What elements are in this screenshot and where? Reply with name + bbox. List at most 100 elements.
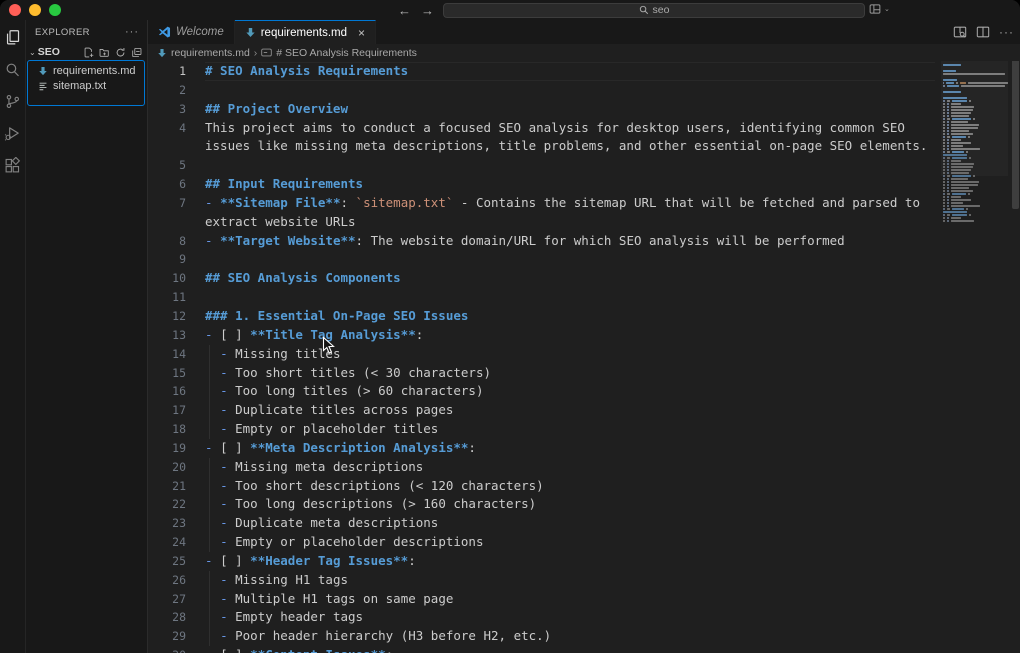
breadcrumb[interactable]: requirements.md › # SEO Analysis Require… <box>148 44 1020 61</box>
code-row[interactable]: 10 ## SEO Analysis Components <box>148 269 935 288</box>
file-sitemap-txt[interactable]: sitemap.txt <box>26 78 147 93</box>
minimize-window-button[interactable] <box>29 4 41 16</box>
code-line[interactable]: ## Input Requirements <box>205 175 935 194</box>
line-number[interactable]: 12 <box>148 307 186 326</box>
code-row[interactable]: 18 - Empty or placeholder titles <box>148 420 935 439</box>
code-row[interactable]: 19 - [ ] **Meta Description Analysis**: <box>148 439 935 458</box>
code-row[interactable]: 28 - Empty header tags <box>148 608 935 627</box>
code-row[interactable]: 27 - Multiple H1 tags on same page <box>148 590 935 609</box>
line-number[interactable]: 14 <box>148 345 186 364</box>
line-number[interactable]: 10 <box>148 269 186 288</box>
minimap[interactable] <box>941 61 1008 223</box>
code-row[interactable]: 29 - Poor header hierarchy (H3 before H2… <box>148 627 935 646</box>
line-number[interactable]: 2 <box>148 81 186 100</box>
line-number[interactable]: 3 <box>148 100 186 119</box>
code-row[interactable]: 14 - Missing titles <box>148 345 935 364</box>
more-actions-icon[interactable]: ··· <box>999 25 1014 39</box>
tab-requirements-md[interactable]: requirements.md × <box>235 20 376 44</box>
code-line[interactable]: - Too short titles (< 30 characters) <box>205 364 935 383</box>
code-row[interactable]: 21 - Too short descriptions (< 120 chara… <box>148 477 935 496</box>
source-control-icon[interactable] <box>4 93 21 110</box>
line-number[interactable]: 13 <box>148 326 186 345</box>
code-line[interactable]: - Poor header hierarchy (H3 before H2, e… <box>205 627 935 646</box>
code-line[interactable]: ## Project Overview <box>205 100 935 119</box>
refresh-icon[interactable] <box>115 47 126 58</box>
code-row[interactable]: 12 ### 1. Essential On-Page SEO Issues <box>148 307 935 326</box>
code-line[interactable]: - Duplicate titles across pages <box>205 401 935 420</box>
nav-forward-icon[interactable]: → <box>421 3 434 18</box>
line-number[interactable]: 28 <box>148 608 186 627</box>
breadcrumb-file[interactable]: requirements.md <box>171 47 250 59</box>
line-number[interactable]: 17 <box>148 401 186 420</box>
code-row[interactable]: 13 - [ ] **Title Tag Analysis**: <box>148 326 935 345</box>
code-line[interactable] <box>205 288 935 307</box>
code-row[interactable]: 20 - Missing meta descriptions <box>148 458 935 477</box>
code-row[interactable]: 7 - **Sitemap File**: `sitemap.txt` - Con… <box>148 194 935 232</box>
explorer-more-actions-button[interactable]: ··· <box>125 26 139 38</box>
line-number[interactable]: 21 <box>148 477 186 496</box>
code-row[interactable]: 25 - [ ] **Header Tag Issues**: <box>148 552 935 571</box>
close-window-button[interactable] <box>9 4 21 16</box>
line-number[interactable]: 25 <box>148 552 186 571</box>
code-row[interactable]: 9 <box>148 250 935 269</box>
line-number[interactable]: 6 <box>148 175 186 194</box>
code-line[interactable]: ## SEO Analysis Components <box>205 269 935 288</box>
nav-back-icon[interactable]: ← <box>398 3 411 18</box>
code-line[interactable]: - Empty or placeholder descriptions <box>205 533 935 552</box>
line-number[interactable]: 20 <box>148 458 186 477</box>
line-number[interactable]: 27 <box>148 590 186 609</box>
code-line[interactable]: - [ ] **Title Tag Analysis**: <box>205 326 935 345</box>
line-number[interactable]: 7 <box>148 194 186 232</box>
line-number[interactable]: 26 <box>148 571 186 590</box>
code-line[interactable]: This project aims to conduct a focused S… <box>205 119 935 157</box>
code-line[interactable]: - Too long descriptions (> 160 character… <box>205 495 935 514</box>
code-line[interactable]: - **Sitemap File**: `sitemap.txt` - Cont… <box>205 194 935 232</box>
collapse-all-icon[interactable] <box>131 47 142 58</box>
code-line[interactable] <box>205 156 935 175</box>
code-line[interactable]: - [ ] **Content Issues**: <box>205 646 935 653</box>
line-number[interactable]: 23 <box>148 514 186 533</box>
code-line[interactable]: - [ ] **Header Tag Issues**: <box>205 552 935 571</box>
code-line[interactable] <box>205 81 935 100</box>
code-row[interactable]: 4This project aims to conduct a focused … <box>148 119 935 157</box>
folder-section-header[interactable]: ⌄ SEO <box>26 44 147 60</box>
line-number[interactable]: 9 <box>148 250 186 269</box>
line-number[interactable]: 1 <box>148 62 186 81</box>
code-row[interactable]: 6 ## Input Requirements <box>148 175 935 194</box>
code-line[interactable]: - Missing titles <box>205 345 935 364</box>
line-number[interactable]: 24 <box>148 533 186 552</box>
breadcrumb-symbol[interactable]: # SEO Analysis Requirements <box>276 47 417 59</box>
code-line[interactable] <box>205 250 935 269</box>
code-row[interactable]: 8 - **Target Website**: The website domai… <box>148 232 935 251</box>
customize-layout-button[interactable]: ⌄ <box>869 3 890 15</box>
code-line[interactable]: - Too short descriptions (< 120 characte… <box>205 477 935 496</box>
files-icon[interactable] <box>4 29 21 46</box>
code-row[interactable]: 26 - Missing H1 tags <box>148 571 935 590</box>
split-editor-icon[interactable] <box>976 25 990 39</box>
open-preview-icon[interactable] <box>953 25 967 39</box>
zoom-window-button[interactable] <box>49 4 61 16</box>
code-line[interactable]: - Too long titles (> 60 characters) <box>205 382 935 401</box>
editor-content[interactable]: 1# SEO Analysis Requirements23## Project… <box>148 61 1020 653</box>
code-line[interactable]: - Missing H1 tags <box>205 571 935 590</box>
code-row[interactable]: 11 <box>148 288 935 307</box>
tab-welcome[interactable]: Welcome <box>148 20 235 44</box>
code-line[interactable]: - [ ] **Meta Description Analysis**: <box>205 439 935 458</box>
search-sidebar-icon[interactable] <box>4 61 21 78</box>
line-number[interactable]: 18 <box>148 420 186 439</box>
command-center-search[interactable]: seo <box>443 3 865 18</box>
line-number[interactable]: 19 <box>148 439 186 458</box>
code-line[interactable]: - Missing meta descriptions <box>205 458 935 477</box>
code-line[interactable]: ### 1. Essential On-Page SEO Issues <box>205 307 935 326</box>
line-number[interactable]: 16 <box>148 382 186 401</box>
code-line[interactable]: - **Target Website**: The website domain… <box>205 232 935 251</box>
code-row[interactable]: 2 <box>148 81 935 100</box>
line-number[interactable]: 8 <box>148 232 186 251</box>
new-file-icon[interactable] <box>83 47 94 58</box>
file-requirements-md[interactable]: requirements.md <box>26 63 147 78</box>
line-number[interactable]: 5 <box>148 156 186 175</box>
code-row[interactable]: 1# SEO Analysis Requirements <box>148 62 935 81</box>
code-row[interactable]: 5 <box>148 156 935 175</box>
line-number[interactable]: 30 <box>148 646 186 653</box>
code-row[interactable]: 17 - Duplicate titles across pages <box>148 401 935 420</box>
